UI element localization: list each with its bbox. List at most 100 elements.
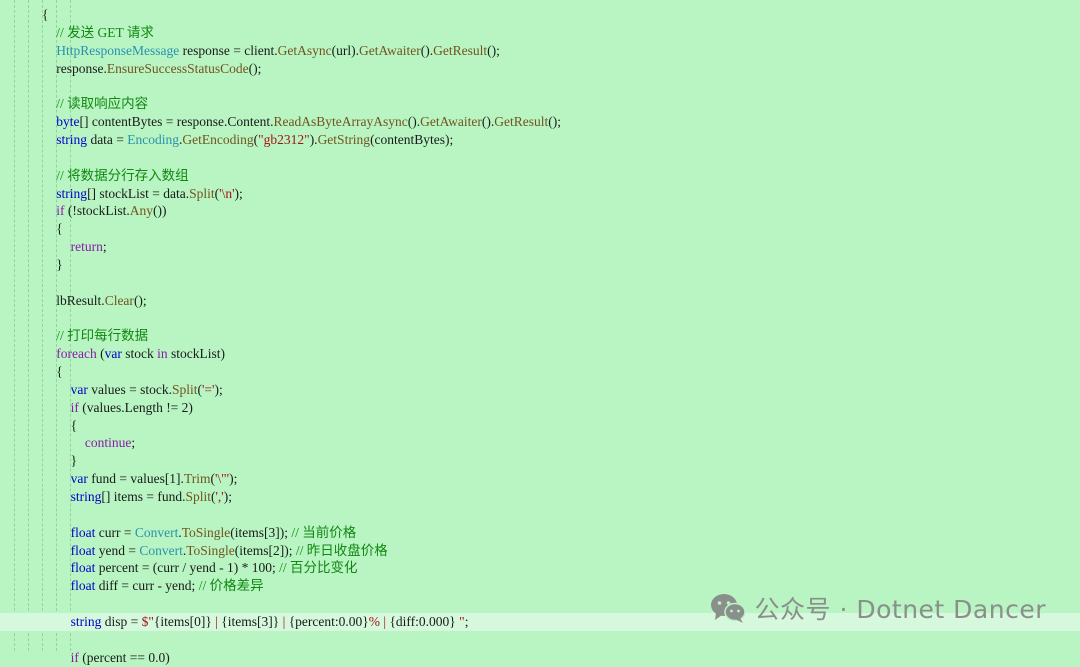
code-token: " (455, 613, 465, 629)
code-line: float percent = (curr / yend - 1) * 100;… (0, 559, 1080, 577)
code-token: [] contentBytes = response.Content. (79, 114, 274, 130)
code-line: var values = stock.Split('='); (0, 381, 1080, 399)
code-token: ( (96, 346, 105, 362)
code-token: var (104, 346, 122, 362)
code-token: Trim (183, 471, 211, 487)
code-token: { (42, 7, 49, 22)
code-token: diff = curr - yend; (95, 578, 199, 594)
code-line: } (0, 452, 1080, 470)
code-token: (values.Length != 2) (78, 399, 193, 415)
code-line-content: float yend = Convert.ToSingle(items[2]);… (71, 542, 388, 560)
code-token: '\"' (214, 471, 230, 487)
code-token: (items[2]); (234, 542, 296, 558)
code-token: "gb2312" (258, 131, 310, 147)
code-line: // 读取响应内容 (0, 95, 1080, 113)
code-token: ; (131, 435, 136, 451)
code-line: // 发送 GET 请求 (0, 24, 1080, 42)
code-token: GetResult (433, 42, 488, 58)
code-line-content: HttpResponseMessage response = client.Ge… (56, 42, 500, 60)
code-line-content: { (56, 220, 62, 238)
code-token: ; (464, 613, 469, 629)
code-token: stockList) (167, 346, 226, 362)
code-token: string (70, 488, 102, 504)
code-token: GetAsync (277, 42, 332, 58)
code-token: (); (248, 60, 262, 76)
code-line-content: foreach (var stock in stockList) (56, 345, 225, 363)
code-token: (). (481, 114, 495, 130)
code-token: ',' (215, 488, 224, 504)
watermark: 公众号 · Dotnet Dancer (709, 590, 1046, 626)
code-token: } (56, 256, 63, 272)
code-token: byte (56, 114, 80, 130)
code-token: { (56, 364, 63, 379)
code-token: continue (84, 435, 132, 451)
code-token: Convert (134, 524, 179, 540)
code-line: lbResult.Clear(); (0, 292, 1080, 310)
code-line-content: if (values.Length != 2) (71, 399, 193, 417)
code-token: curr = (95, 524, 135, 540)
code-line: // 打印每行数据 (0, 327, 1080, 345)
code-token: // 当前价格 (291, 524, 357, 540)
code-token: % | (368, 613, 390, 629)
code-line-content: } (71, 452, 77, 470)
code-token: | (211, 613, 222, 629)
wechat-icon (710, 594, 746, 623)
code-line-content: // 发送 GET 请求 (56, 24, 154, 42)
code-token: (); (548, 114, 561, 130)
code-token: { (70, 417, 78, 433)
code-token: stock (121, 346, 158, 362)
code-token: string (70, 613, 102, 629)
code-line: response.EnsureSuccessStatusCode(); (0, 60, 1080, 78)
code-token: // 打印每行数据 (56, 328, 149, 344)
code-editor[interactable]: { // 发送 GET 请求 HttpResponseMessage respons… (0, 0, 1080, 665)
code-line-content: string disp = $"{items[0]} | {items[3]} … (71, 613, 469, 631)
code-token: $" (141, 613, 154, 629)
code-token: yend = (95, 542, 140, 558)
code-token: response = client. (179, 42, 278, 58)
code-line-content: { (42, 6, 48, 24)
code-line-content: response.EnsureSuccessStatusCode(); (56, 60, 261, 78)
code-token: ToSingle (186, 542, 235, 558)
code-token: {percent:0.00} (288, 613, 369, 629)
code-token: GetAwaiter (359, 42, 421, 58)
code-token: // 将数据分行存入数组 (56, 167, 189, 183)
code-token: } (70, 453, 78, 469)
code-token: (). (420, 42, 434, 58)
code-token: if (70, 399, 79, 415)
code-line-content: continue; (85, 434, 135, 452)
code-token: ); (214, 381, 223, 397)
code-token: disp = (101, 613, 142, 629)
code-token: (). (407, 114, 421, 130)
code-token: Convert (139, 542, 183, 558)
code-token: Split (189, 185, 215, 201)
code-line: string[] stockList = data.Split('\n'); (0, 185, 1080, 203)
code-token: EnsureSuccessStatusCode (106, 60, 249, 76)
code-token: values = stock. (87, 381, 172, 397)
code-line: continue; (0, 434, 1080, 452)
code-token: ); (234, 185, 243, 201)
code-line: HttpResponseMessage response = client.Ge… (0, 42, 1080, 60)
code-token: // 昨日收盘价格 (295, 542, 388, 558)
code-token: (url). (331, 42, 359, 58)
code-line: { (0, 417, 1080, 435)
code-line-content: var values = stock.Split('='); (71, 381, 223, 399)
code-line-content: float curr = Convert.ToSingle(items[3]);… (71, 524, 357, 542)
code-line: if (values.Length != 2) (0, 399, 1080, 417)
code-token: // 价格差异 (198, 578, 264, 594)
code-line: string data = Encoding.GetEncoding("gb23… (0, 131, 1080, 149)
code-token: {items[0]} (153, 613, 212, 629)
code-token: // 百分比变化 (279, 560, 358, 576)
code-line: if (percent == 0.0) (0, 649, 1080, 667)
code-token: (contentBytes); (370, 131, 454, 147)
code-token: | (279, 613, 289, 629)
code-token: if (56, 203, 65, 219)
code-token: Encoding (127, 131, 180, 147)
code-line: { (0, 363, 1080, 381)
code-token: // 发送 GET 请求 (56, 24, 154, 40)
code-line-content: string data = Encoding.GetEncoding("gb23… (56, 131, 453, 149)
code-line-content: if (!stockList.Any()) (56, 202, 166, 220)
